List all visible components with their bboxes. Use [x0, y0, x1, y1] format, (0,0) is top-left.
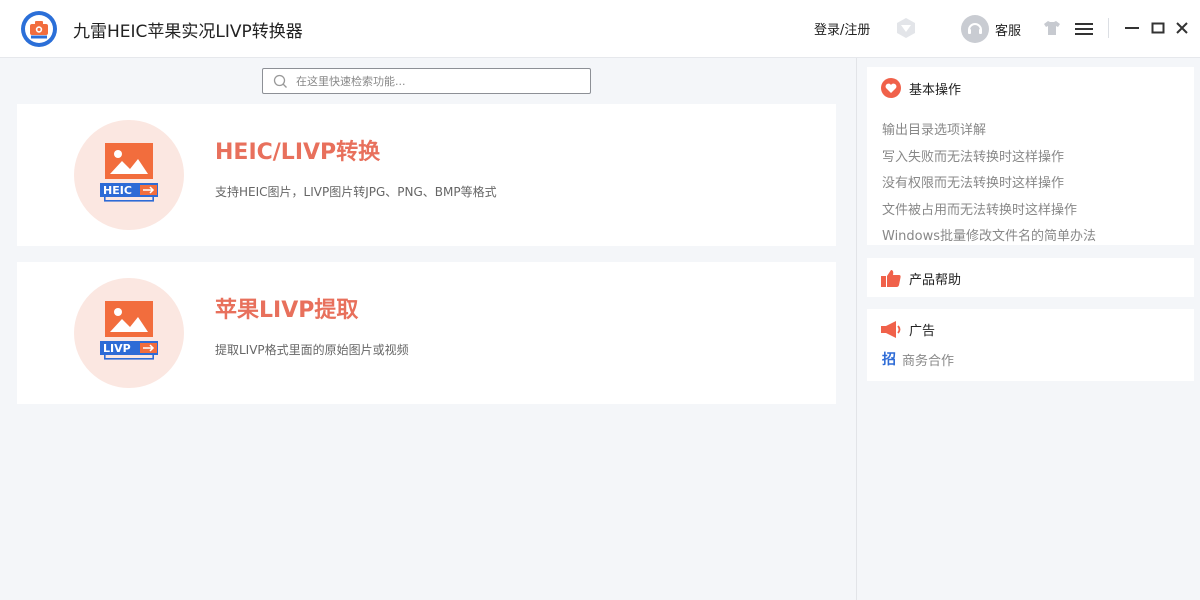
search-box[interactable] [262, 68, 591, 94]
headset-icon [961, 15, 989, 43]
title-bar: 九雷HEIC苹果实况LIVP转换器 登录/注册 客服 [0, 0, 1200, 58]
help-link-write-failure[interactable]: 写入失败而无法转换时这样操作 [882, 145, 1096, 172]
section-title: 广告 [909, 323, 936, 339]
feature-icon-circle: HEIC [74, 120, 184, 230]
basic-operations-section: 基本操作 输出目录选项详解 写入失败而无法转换时这样操作 没有权限而无法转换时这… [867, 67, 1194, 245]
megaphone-icon [881, 321, 901, 338]
format-badge-text: HEIC [103, 184, 132, 197]
tshirt-skin-icon[interactable] [1043, 20, 1061, 40]
right-sidebar: 基本操作 输出目录选项详解 写入失败而无法转换时这样操作 没有权限而无法转换时这… [856, 58, 1200, 600]
section-title: 基本操作 [909, 82, 962, 98]
feature-title: 苹果LIVP提取 [215, 298, 359, 323]
section-title: 产品帮助 [909, 272, 962, 288]
search-icon [273, 74, 287, 88]
heic-convert-icon: HEIC [100, 143, 158, 202]
livp-extract-icon: LIVP [100, 301, 158, 360]
minimize-icon[interactable] [1124, 20, 1140, 40]
business-cooperation-label: 商务合作 [902, 353, 955, 369]
ad-section: 广告 招 商务合作 [867, 309, 1194, 381]
app-title: 九雷HEIC苹果实况LIVP转换器 [73, 22, 303, 42]
close-icon[interactable] [1174, 20, 1190, 40]
search-input[interactable] [296, 72, 581, 90]
menu-icon[interactable] [1075, 21, 1093, 40]
feature-card-livp-extract[interactable]: LIVP 苹果LIVP提取 提取LIVP格式里面的原始图片或视频 [17, 262, 836, 404]
customer-service-label: 客服 [995, 23, 1022, 39]
feature-title: HEIC/LIVP转换 [215, 140, 381, 165]
help-link-batch-rename[interactable]: Windows批量修改文件名的简单办法 [882, 224, 1096, 251]
help-link-output-directory[interactable]: 输出目录选项详解 [882, 118, 1096, 145]
help-link-file-in-use[interactable]: 文件被占用而无法转换时这样操作 [882, 198, 1096, 225]
app-logo [21, 11, 57, 47]
thumbs-up-icon [881, 270, 901, 287]
heart-icon [881, 78, 901, 98]
vip-diamond-icon[interactable] [895, 17, 917, 43]
format-badge-text: LIVP [103, 342, 131, 355]
feature-description: 支持HEIC图片，LIVP图片转JPG、PNG、BMP等格式 [215, 185, 497, 199]
login-register-link[interactable]: 登录/注册 [814, 19, 870, 38]
feature-icon-circle: LIVP [74, 278, 184, 388]
recruit-icon: 招 [882, 352, 896, 368]
feature-description: 提取LIVP格式里面的原始图片或视频 [215, 343, 409, 357]
help-link-no-permission[interactable]: 没有权限而无法转换时这样操作 [882, 171, 1096, 198]
maximize-icon[interactable] [1150, 20, 1166, 40]
feature-card-heic-livp-convert[interactable]: HEIC HEIC/LIVP转换 支持HEIC图片，LIVP图片转JPG、PNG… [17, 104, 836, 246]
product-help-section[interactable]: 产品帮助 [867, 258, 1194, 297]
customer-service-button[interactable]: 客服 [961, 14, 1021, 44]
camera-icon [30, 21, 48, 39]
title-bar-divider [1108, 18, 1109, 38]
business-cooperation-link[interactable]: 招 商务合作 [882, 349, 954, 369]
